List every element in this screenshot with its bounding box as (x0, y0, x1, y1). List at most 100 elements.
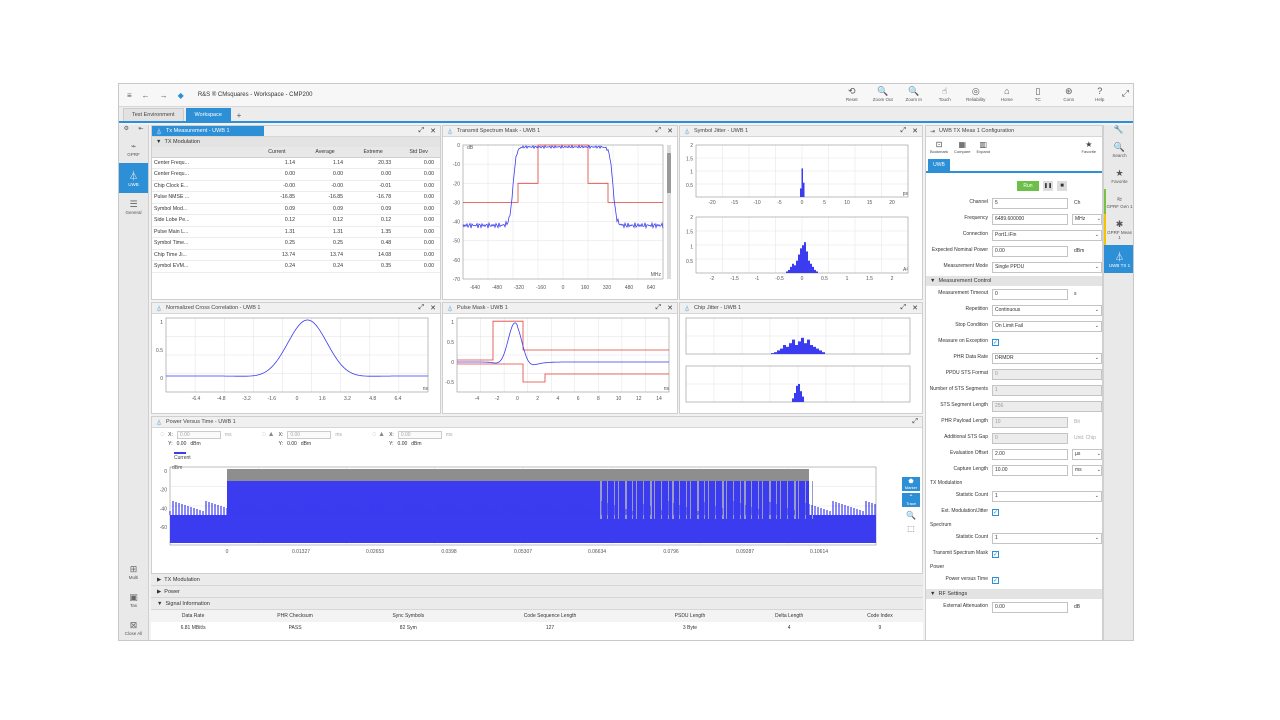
sidebar-item-gprf[interactable]: ⌁ GPRF (119, 135, 148, 163)
setting-field[interactable]: 1 (992, 384, 1102, 396)
section-header[interactable]: ▼ TX Modulation (152, 137, 440, 147)
tab-test-environment[interactable]: Test Environment (123, 108, 184, 121)
maximize-icon[interactable]: ⤢ (901, 304, 907, 312)
setting-unit[interactable]: ms ⌄ (1072, 464, 1102, 476)
x-value-field[interactable]: 0.00 (287, 431, 332, 439)
run-button[interactable]: Run (1017, 181, 1039, 191)
expand-button[interactable]: ▥ Expand (976, 140, 990, 156)
pause-button[interactable]: ❚❚ (1043, 181, 1053, 191)
trace-legend[interactable]: Current (152, 452, 922, 461)
forward-icon[interactable]: → (160, 91, 168, 100)
setting-unit[interactable]: µs ⌄ (1072, 448, 1102, 460)
setting-field[interactable]: 6489.600000 (992, 213, 1068, 225)
section-signal-information[interactable]: ▼ Signal Information (151, 598, 923, 610)
table-row[interactable]: Center Frequ... 1.14 1.14 20.33 0.00 (152, 157, 440, 169)
sidebar-item-gprf-gen-1[interactable]: ≈ GPRF Gen 1 (1104, 189, 1133, 214)
setting-field[interactable]: 256 (992, 400, 1102, 412)
bookmark-button[interactable]: ⊡ Bookmark (930, 140, 948, 156)
setting-field[interactable]: 0.00 (992, 601, 1068, 613)
sidebar-item-general[interactable]: ☰ General (119, 193, 148, 221)
setting-field[interactable]: 10.00 (992, 464, 1068, 476)
symbol-jitter-plot[interactable]: 21.510.5-20 -15 -10 -5 0 5 10 15 20ps21.510.5-2-… (680, 137, 922, 299)
setting-field[interactable]: 0 (992, 432, 1068, 444)
collapse-arrow-icon[interactable]: ⇥ (930, 128, 935, 135)
marker-button[interactable]: ⬟ Marker (902, 477, 920, 491)
stop-button[interactable]: ■ (1057, 181, 1067, 191)
setting-field[interactable]: Continuous ⌄ (992, 304, 1102, 316)
maximize-icon[interactable]: ⤢ (656, 127, 662, 135)
x-value-field[interactable]: 0.00 (397, 431, 442, 439)
setting-unit[interactable]: MHz ⌄ (1072, 213, 1102, 225)
setting-field[interactable]: 10 (992, 416, 1068, 428)
reliability-button[interactable]: ◎ Reliability (963, 86, 989, 102)
reset-button[interactable]: ⟲ Reset (839, 86, 865, 102)
sidebar-item-close-all[interactable]: ⊠ Close All (119, 614, 148, 640)
add-tab-button[interactable]: + (233, 109, 245, 121)
setting-field[interactable]: 1 ⌄ (992, 532, 1102, 544)
section-tx-modulation[interactable]: ▶ TX Modulation (151, 574, 923, 586)
home-button[interactable]: ⌂ Home (994, 86, 1020, 102)
setting-field[interactable]: Port1.iFin ⌄ (992, 229, 1102, 241)
wrench-icon[interactable]: 🔧 (1104, 125, 1133, 137)
setting-checkbox[interactable]: ✓ (992, 338, 999, 346)
table-row[interactable]: Symbol Mod... 0.09 0.09 0.09 0.00 (152, 203, 440, 215)
back-icon[interactable]: ← (142, 91, 150, 100)
maximize-icon[interactable]: ⤢ (656, 304, 662, 312)
x-unit[interactable]: ms (225, 432, 232, 438)
tab-workspace[interactable]: Workspace (185, 108, 231, 121)
pulse-mask-plot[interactable]: 1 0.5 0 -0.5 -4 -2 0 2 4 6 8 10 12 14ns (443, 314, 677, 413)
setting-checkbox[interactable]: ✓ (992, 576, 999, 584)
close-icon[interactable]: ✕ (430, 304, 436, 312)
section-rf-settings[interactable]: ▼ RF Settings (926, 589, 1102, 599)
setting-field[interactable]: 0 (992, 368, 1102, 380)
maximize-icon[interactable]: ⤢ (901, 127, 907, 135)
setting-field[interactable]: 0 (992, 288, 1068, 300)
spectrum-mask-plot[interactable]: 0 -10 -20 -30 -40 -50 -60 -70 -640 -480 -320 -160 0 1… (443, 137, 677, 299)
setting-field[interactable]: On Limit Fail ⌄ (992, 320, 1102, 332)
maximize-icon[interactable]: ⤢ (419, 304, 425, 312)
collapse-icon[interactable]: ⇤ (138, 125, 143, 135)
table-row[interactable]: Symbol Time... 0.25 0.25 0.48 0.00 (152, 237, 440, 250)
marker-readout[interactable]: ◌ ▲ X: 0.00 ms Y: 0.00 dBm (262, 431, 342, 452)
help-button[interactable]: ? Help (1087, 86, 1113, 102)
fullscreen-icon[interactable]: ⤢ (1122, 88, 1129, 102)
maximize-icon[interactable]: ⤢ (419, 127, 425, 135)
section-measurement-control[interactable]: ▼ Measurement Control (926, 276, 1102, 286)
conn-button[interactable]: ⊛ Conn (1056, 86, 1082, 102)
setting-checkbox[interactable]: ✓ (992, 550, 999, 558)
sidebar-item-multi[interactable]: ⊞ Multi (119, 558, 148, 586)
close-icon[interactable]: ✕ (430, 127, 436, 135)
table-row[interactable]: Pulse Main L... 1.31 1.31 1.35 0.00 (152, 226, 440, 238)
table-row[interactable]: Pulse NMSE ... -16.85 -16.85 -16.78 0.00 (152, 191, 440, 204)
marker-readout[interactable]: ◌ X: 0.00 ms Y: 0.00 dBm (160, 431, 232, 452)
table-row[interactable]: Center Frequ... 0.00 0.00 0.00 0.00 (152, 168, 440, 181)
close-icon[interactable]: ✕ (667, 127, 673, 135)
x-unit[interactable]: ms (446, 432, 453, 438)
table-row[interactable]: Chip Time Ji... 13.74 13.74 14.08 0.00 (152, 249, 440, 261)
close-icon[interactable]: ✕ (912, 127, 918, 135)
section-power[interactable]: ▶ Power (151, 586, 923, 598)
setting-field[interactable]: 2.00 (992, 448, 1068, 460)
sidebar-item-search[interactable]: 🔍 Search (1104, 137, 1133, 163)
menu-icon[interactable]: ≡ (127, 91, 132, 100)
touch-button[interactable]: ☝ Touch (932, 86, 958, 102)
close-icon[interactable]: ✕ (912, 304, 918, 312)
sidebar-item-uwb-tx-1[interactable]: ⏃ UWB TX 1 (1104, 245, 1133, 273)
x-value-field[interactable]: 0.00 (176, 431, 221, 439)
cross-correlation-plot[interactable]: 1 0.5 0 -6.4 -4.8 -3.2 -1.6 0 1.6 3.2 4.8 6.4 ns (152, 314, 440, 413)
sidebar-item-tas[interactable]: ▣ Tas (119, 586, 148, 614)
table-row[interactable]: Side Lobe Pe... 0.12 0.12 0.12 0.00 (152, 214, 440, 227)
tc-button[interactable]: ▯ TC (1025, 86, 1051, 102)
settings-dot-icon[interactable]: ⚙ (124, 125, 129, 135)
close-icon[interactable]: ✕ (667, 304, 673, 312)
chip-jitter-plot[interactable] (680, 314, 922, 413)
favorite-button[interactable]: ★ Favorite (1082, 140, 1096, 154)
table-row[interactable]: Symbol EVM... 0.24 0.24 0.35 0.00 (152, 260, 440, 273)
setting-checkbox[interactable]: ✓ (992, 508, 999, 516)
tab-uwb[interactable]: UWB (928, 159, 950, 171)
maximize-icon[interactable]: ⤢ (912, 418, 918, 426)
setting-field[interactable]: 5 (992, 197, 1068, 209)
zoom-in-button[interactable]: 🔍 Zoom In (901, 86, 927, 102)
compare-button[interactable]: ▦ Compare (954, 140, 970, 156)
zoom-out-button[interactable]: 🔍 Zoom Out (870, 86, 896, 102)
